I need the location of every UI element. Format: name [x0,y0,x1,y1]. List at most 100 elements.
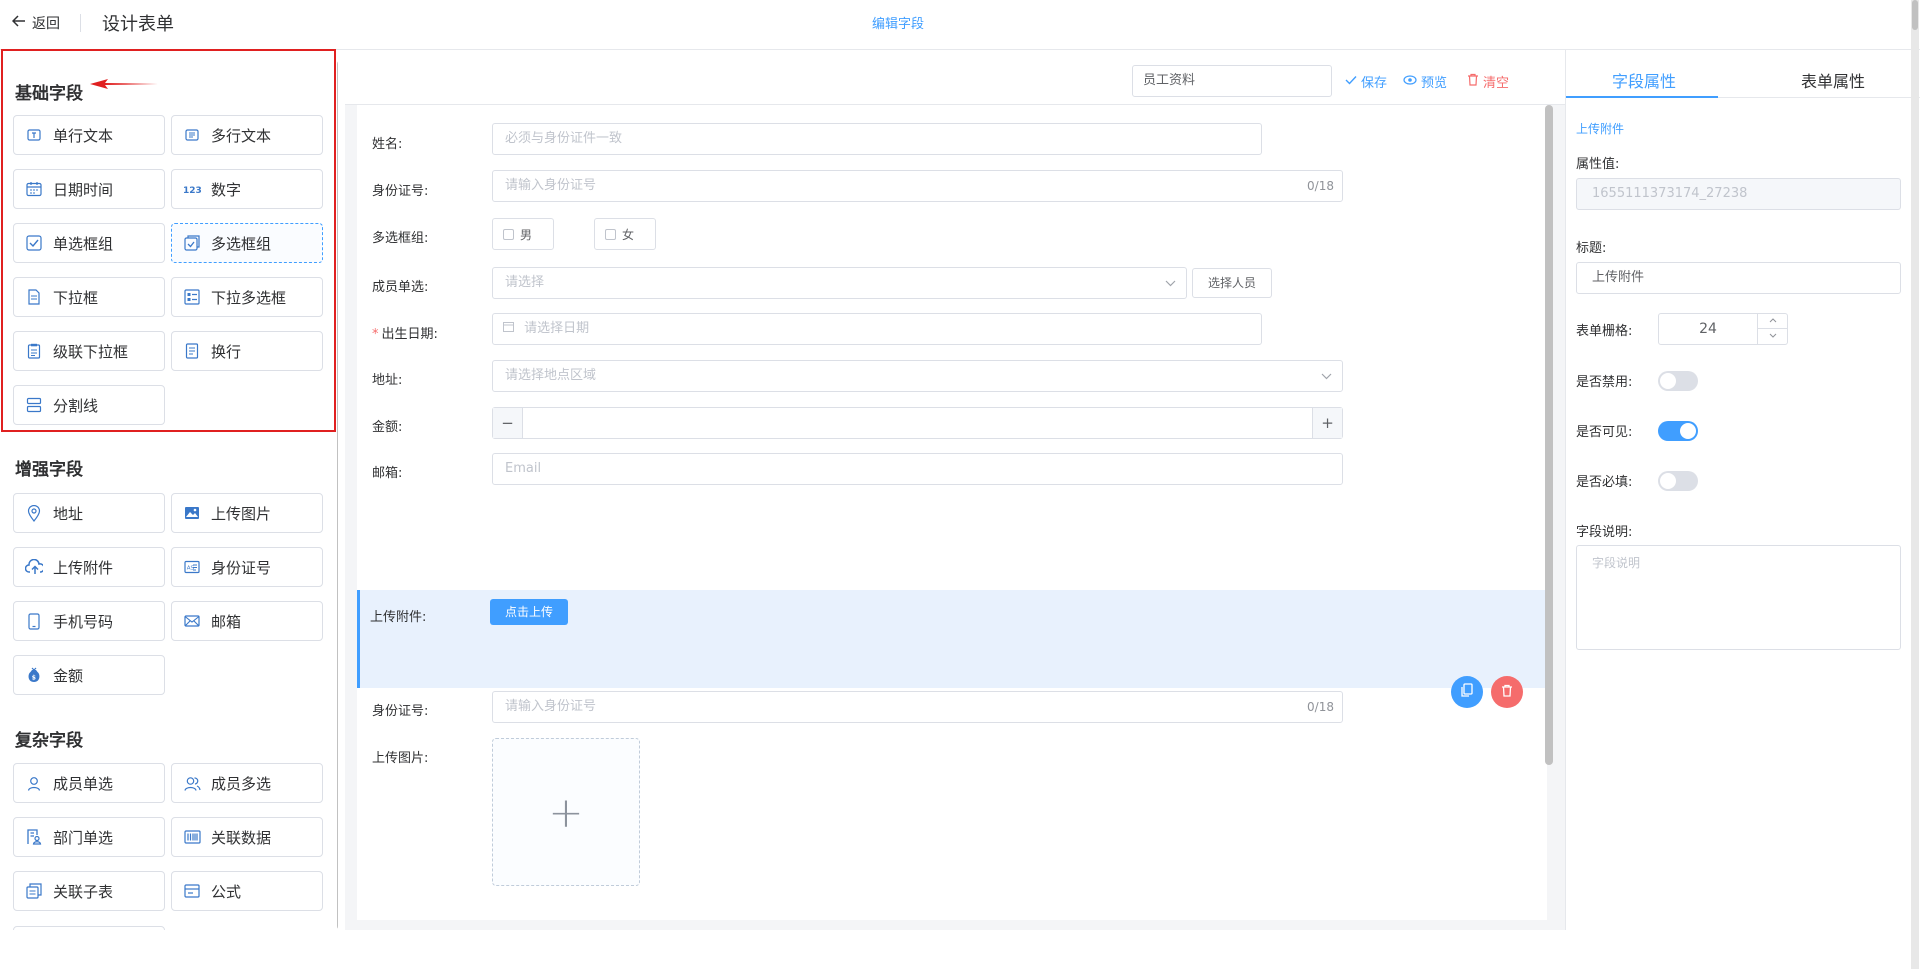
form-name-input[interactable]: 员工资料 [1132,65,1332,97]
multi-dropdown-icon [183,288,201,306]
amount-label: 金额: [372,420,403,435]
checkbox-female[interactable]: 女 [594,218,656,250]
property-value-input: 1655111373174_27238 [1576,178,1901,210]
palette-item-image[interactable]: 上传图片 [171,493,323,533]
money-bag-icon: $ [25,666,43,684]
palette-item-label: 成员多选 [211,774,272,793]
select-member-button[interactable]: 选择人员 [1192,268,1272,298]
palette-item-phone[interactable]: 手机号码 [13,601,165,641]
tab-edit-fields[interactable]: 编辑字段 [840,0,956,54]
required-mark: * [372,327,379,342]
visible-switch[interactable] [1658,421,1698,441]
palette-item-calendar[interactable]: 日期时间 [13,169,165,209]
page-title: 设计表单 [102,14,174,35]
palette-item-cascader[interactable]: 级联下拉框 [13,331,165,371]
address-label: 地址: [372,373,403,388]
single-line-text-icon [25,126,43,144]
palette-item-label: 下拉框 [53,288,99,307]
palette-item-cloud-upload[interactable]: 上传附件 [13,547,165,587]
palette-item-line-break[interactable]: 换行 [171,331,323,371]
tab-field-properties[interactable]: 字段属性 [1612,68,1676,92]
palette-item-label: 上传图片 [211,504,272,523]
visible-label: 是否可见: [1576,425,1633,440]
palette-scrollbar[interactable] [337,60,338,930]
palette-item-location[interactable]: 地址 [13,493,165,533]
address-placeholder: 请选择地点区域 [505,368,597,383]
properties-panel: 字段属性 表单属性 上传附件 属性值: 1655111373174_27238 … [1565,50,1920,930]
preview-button[interactable]: 预览 [1403,72,1447,91]
name-input[interactable]: 必须与身份证件一致 [492,123,1262,155]
birth-date-picker[interactable]: 请选择日期 [492,313,1262,345]
palette-item-label: 关联子表 [53,882,114,901]
chevron-down-icon[interactable] [1758,329,1787,344]
svg-text:123: 123 [183,186,201,195]
palette-item-formula[interactable]: 公式 [171,871,323,911]
back-button[interactable]: 返回 [11,13,60,33]
description-label: 字段说明: [1576,525,1633,540]
palette-item-label: 地址 [53,504,84,523]
palette-item-multi-dropdown[interactable]: 下拉多选框 [171,277,323,317]
page-scrollbar-thumb[interactable] [1912,0,1918,30]
title-input[interactable]: 上传附件 [1576,262,1901,294]
palette-item-department[interactable]: 部门单选 [13,817,165,857]
palette-item-label: 级联下拉框 [53,342,129,361]
palette-item-single-line-text[interactable]: 单行文本 [13,115,165,155]
palette-item-multi-line-text[interactable]: 多行文本 [171,115,323,155]
palette-item-sub-table[interactable]: 关联子表 [13,871,165,911]
palette-item-label: 多选框组 [211,234,272,253]
amount-stepper[interactable]: − + [492,407,1343,439]
chevron-up-icon[interactable] [1758,314,1787,329]
palette-item-id-card[interactable]: AS 身份证号 [171,547,323,587]
amount-minus-button[interactable]: − [493,408,523,438]
click-upload-button[interactable]: 点击上传 [490,599,568,625]
trash-icon [1467,73,1479,90]
calendar-icon [503,321,518,336]
checkbox-box [605,228,616,240]
save-button[interactable]: 保存 [1345,72,1387,91]
palette-item-mail[interactable]: 邮箱 [171,601,323,641]
selected-field-block[interactable]: 上传附件: 点击上传 [357,590,1547,688]
description-textarea[interactable]: 字段说明 [1576,545,1901,650]
clear-button[interactable]: 清空 [1467,72,1509,91]
page-scrollbar[interactable] [1911,0,1919,969]
member-select-placeholder: 请选择 [505,275,545,290]
clear-label: 清空 [1483,76,1510,91]
palette-item-label: 多行文本 [211,126,272,145]
disabled-switch[interactable] [1658,371,1698,391]
checkbox-group-label: 多选框组: [372,231,429,246]
check-icon [1345,74,1357,89]
palette-item-user[interactable]: 成员单选 [13,763,165,803]
users-icon [183,774,201,792]
palette-item-money-bag[interactable]: $ 金额 [13,655,165,695]
palette-item-partial[interactable] [13,926,165,930]
palette-item-label: 换行 [211,342,242,361]
palette-item-label: 关联数据 [211,828,272,847]
canvas-scrollbar[interactable] [1545,105,1553,765]
palette-item-dropdown[interactable]: 下拉框 [13,277,165,317]
address-select[interactable]: 请选择地点区域 [492,360,1343,392]
checkbox-male[interactable]: 男 [492,218,554,250]
palette-item-number[interactable]: 123 数字 [171,169,323,209]
annotation-arrow-icon [90,79,158,89]
id-number-2-input[interactable]: 请输入身份证号 0/18 [492,691,1343,723]
palette-item-barcode[interactable]: 关联数据 [171,817,323,857]
delete-field-button[interactable] [1491,676,1523,708]
copy-field-button[interactable] [1451,676,1483,708]
multi-line-text-icon [183,126,201,144]
member-select[interactable]: 请选择 [492,267,1187,299]
email-input[interactable]: Email [492,453,1343,485]
palette-item-divider[interactable]: 分割线 [13,385,165,425]
image-upload-box[interactable]: + [492,738,640,886]
palette-item-checkbox-group[interactable]: 多选框组 [171,223,323,263]
amount-plus-button[interactable]: + [1312,408,1342,438]
title-label: 标题: [1576,241,1607,256]
basic-fields-title: 基础字段 [15,84,83,104]
id-number-input[interactable]: 请输入身份证号 0/18 [492,170,1343,202]
grid-stepper[interactable]: 24 [1658,313,1788,345]
tab-form-properties[interactable]: 表单属性 [1801,68,1865,92]
palette-item-radio-group[interactable]: 单选框组 [13,223,165,263]
palette-item-users[interactable]: 成员多选 [171,763,323,803]
chevron-down-icon [1321,362,1332,392]
palette-item-label: 日期时间 [53,180,114,199]
required-switch[interactable] [1658,471,1698,491]
